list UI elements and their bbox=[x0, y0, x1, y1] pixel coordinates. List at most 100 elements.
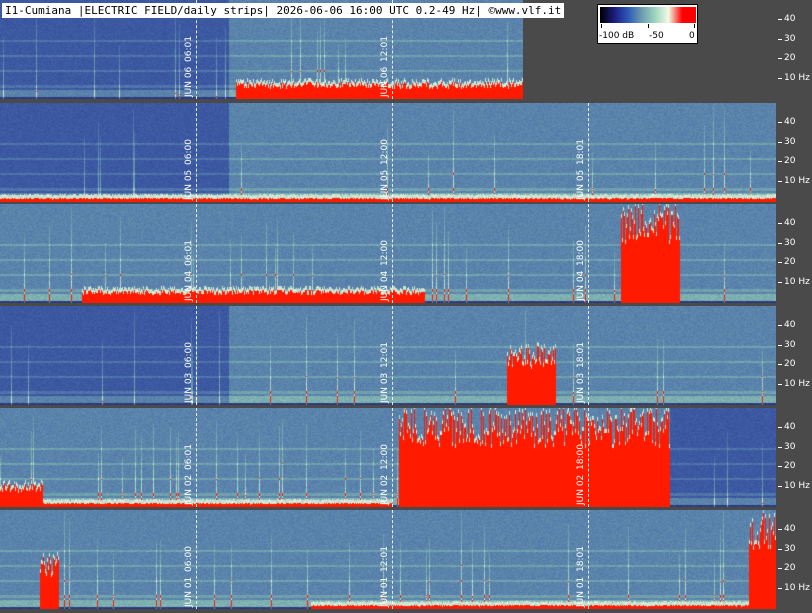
frequency-axis: 40 30 20 10 Hz bbox=[778, 103, 812, 202]
time-label: 12:00 bbox=[380, 444, 390, 470]
frequency-axis: 40 30 20 10 Hz bbox=[778, 510, 812, 609]
frequency-tick bbox=[778, 262, 782, 263]
time-gridline bbox=[196, 204, 197, 303]
time-label: 18:00 bbox=[576, 240, 586, 266]
time-label: 06:01 bbox=[184, 240, 194, 266]
color-scale-legend: -100 dB -50 0 bbox=[597, 4, 698, 44]
frequency-axis: 40 30 20 10 Hz bbox=[778, 0, 812, 99]
frequency-axis: 40 30 20 10 Hz bbox=[778, 306, 812, 405]
time-label: 12:00 bbox=[380, 139, 390, 165]
time-label: 12:01 bbox=[380, 546, 390, 572]
day-strip: 06:01 JUN 02 12:00 JUN 02 18:00 JUN 02 40 30 20 1… bbox=[0, 408, 812, 507]
frequency-tick-label: 30 bbox=[784, 544, 796, 554]
date-label: JUN 01 bbox=[380, 576, 390, 607]
time-label: 18:01 bbox=[576, 342, 586, 368]
frequency-tick bbox=[778, 549, 782, 550]
legend-tick bbox=[694, 24, 695, 28]
time-label: 12:00 bbox=[380, 240, 390, 266]
time-gridline bbox=[588, 204, 589, 303]
frequency-tick-label: 20 bbox=[784, 461, 796, 471]
date-label: JUN 05 bbox=[380, 169, 390, 200]
frequency-tick-label: 30 bbox=[784, 34, 796, 44]
frequency-tick-label: 40 bbox=[784, 320, 796, 330]
frequency-tick bbox=[778, 325, 782, 326]
time-label: 18:01 bbox=[576, 546, 586, 572]
frequency-tick-label: 20 bbox=[784, 359, 796, 369]
page-title: I1-Cumiana |ELECTRIC FIELD/daily strips|… bbox=[2, 3, 565, 18]
frequency-axis: 40 30 20 10 Hz bbox=[778, 204, 812, 303]
frequency-tick bbox=[778, 142, 782, 143]
frequency-tick-label: 40 bbox=[784, 117, 796, 127]
frequency-tick bbox=[778, 384, 782, 385]
time-label: 18:00 bbox=[576, 444, 586, 470]
date-label: JUN 04 bbox=[380, 270, 390, 301]
time-label: 06:00 bbox=[184, 342, 194, 368]
date-label: JUN 03 bbox=[380, 372, 390, 403]
spectrogram-page: 06:01 JUN 06 12:01 JUN 06 40 30 20 10 Hz 06:00 JU… bbox=[0, 0, 812, 613]
frequency-tick-label: 10 Hz bbox=[784, 176, 810, 186]
time-gridline bbox=[392, 510, 393, 609]
frequency-tick-label: 10 Hz bbox=[784, 583, 810, 593]
frequency-tick-label: 40 bbox=[784, 218, 796, 228]
time-gridline bbox=[588, 510, 589, 609]
date-label: JUN 05 bbox=[184, 169, 194, 200]
time-gridline bbox=[392, 408, 393, 507]
legend-label-mid: -50 bbox=[649, 31, 664, 41]
frequency-tick-label: 20 bbox=[784, 53, 796, 63]
time-gridline bbox=[392, 204, 393, 303]
frequency-tick bbox=[778, 122, 782, 123]
frequency-tick-label: 20 bbox=[784, 257, 796, 267]
frequency-tick bbox=[778, 447, 782, 448]
frequency-tick-label: 30 bbox=[784, 340, 796, 350]
time-label: 06:00 bbox=[184, 546, 194, 572]
time-label: 12:01 bbox=[380, 342, 390, 368]
time-label: 18:01 bbox=[576, 139, 586, 165]
time-label: 06:01 bbox=[184, 444, 194, 470]
frequency-tick-label: 20 bbox=[784, 156, 796, 166]
time-label: 12:01 bbox=[380, 36, 390, 62]
time-label: 06:00 bbox=[184, 139, 194, 165]
frequency-tick bbox=[778, 529, 782, 530]
legend-tick bbox=[601, 24, 602, 28]
day-strip: 06:01 JUN 04 12:00 JUN 04 18:00 JUN 04 40 30 20 1… bbox=[0, 204, 812, 303]
date-label: JUN 06 bbox=[380, 66, 390, 97]
frequency-tick bbox=[778, 223, 782, 224]
frequency-tick-label: 40 bbox=[784, 524, 796, 534]
date-label: JUN 03 bbox=[184, 372, 194, 403]
frequency-axis: 40 30 20 10 Hz bbox=[778, 408, 812, 507]
time-gridline bbox=[196, 408, 197, 507]
frequency-tick-label: 40 bbox=[784, 14, 796, 24]
date-label: JUN 04 bbox=[576, 270, 586, 301]
time-gridline bbox=[392, 306, 393, 405]
frequency-tick-label: 10 Hz bbox=[784, 73, 810, 83]
legend-tick bbox=[648, 24, 649, 28]
frequency-tick bbox=[778, 364, 782, 365]
frequency-tick bbox=[778, 427, 782, 428]
time-gridline bbox=[588, 408, 589, 507]
frequency-tick bbox=[778, 486, 782, 487]
time-gridline bbox=[196, 510, 197, 609]
frequency-tick bbox=[778, 282, 782, 283]
frequency-tick-label: 40 bbox=[784, 422, 796, 432]
daily-strips: 06:01 JUN 06 12:01 JUN 06 40 30 20 10 Hz 06:00 JU… bbox=[0, 0, 812, 613]
date-label: JUN 02 bbox=[184, 474, 194, 505]
date-label: JUN 06 bbox=[184, 66, 194, 97]
day-strip: 06:00 JUN 03 12:01 JUN 03 18:01 JUN 03 40 30 20 1… bbox=[0, 306, 812, 405]
frequency-tick bbox=[778, 466, 782, 467]
time-gridline bbox=[196, 103, 197, 202]
frequency-tick bbox=[778, 243, 782, 244]
day-strip: 06:00 JUN 01 12:01 JUN 01 18:01 JUN 01 40 30 20 1… bbox=[0, 510, 812, 609]
time-gridline bbox=[588, 103, 589, 202]
legend-label-max: 0 bbox=[689, 31, 695, 41]
date-label: JUN 01 bbox=[576, 576, 586, 607]
frequency-tick bbox=[778, 345, 782, 346]
day-strip: 06:00 JUN 05 12:00 JUN 05 18:01 JUN 05 40 30 20 1… bbox=[0, 103, 812, 202]
date-label: JUN 01 bbox=[184, 576, 194, 607]
frequency-tick-label: 10 Hz bbox=[784, 277, 810, 287]
date-label: JUN 05 bbox=[576, 169, 586, 200]
date-label: JUN 03 bbox=[576, 372, 586, 403]
date-label: JUN 04 bbox=[184, 270, 194, 301]
frequency-tick bbox=[778, 58, 782, 59]
time-gridline bbox=[392, 103, 393, 202]
frequency-tick bbox=[778, 161, 782, 162]
